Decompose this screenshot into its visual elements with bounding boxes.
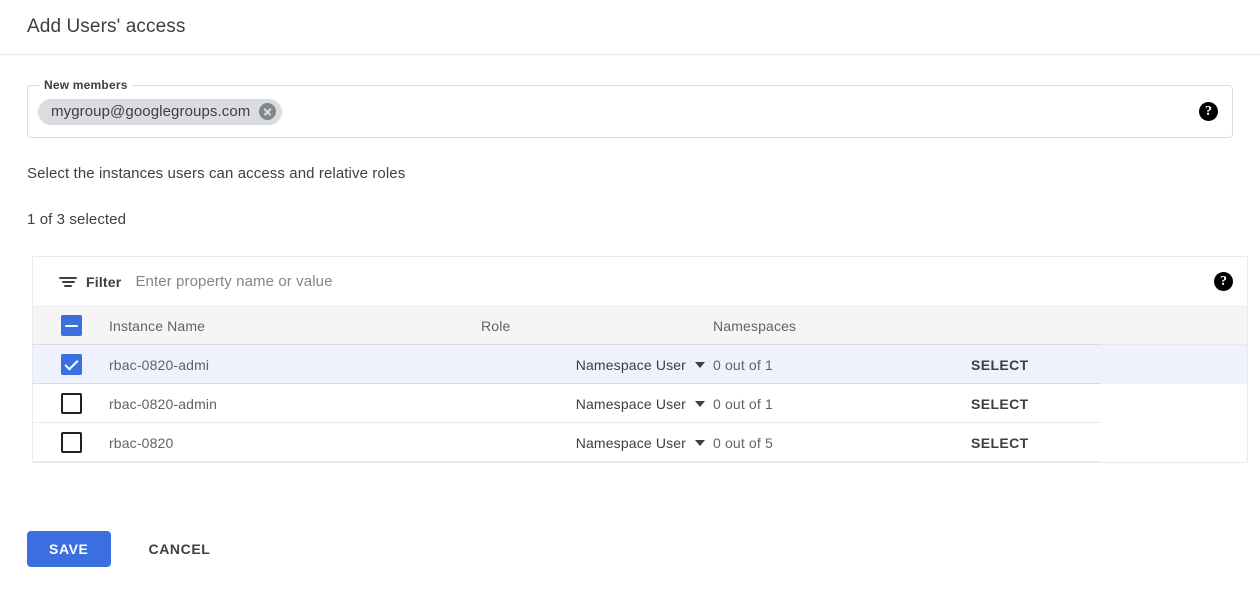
select-all-checkbox[interactable] bbox=[61, 315, 82, 336]
select-button-label: SELECT bbox=[971, 435, 1029, 451]
role-value: Namespace User bbox=[576, 396, 686, 412]
select-namespaces-button[interactable]: SELECT bbox=[971, 396, 1241, 412]
role-value: Namespace User bbox=[576, 435, 686, 451]
new-members-label: New members bbox=[40, 78, 132, 92]
member-chip-label: mygroup@googlegroups.com bbox=[51, 103, 250, 120]
chevron-down-icon bbox=[695, 440, 705, 446]
table-row[interactable]: rbac-0820-admi Namespace User 0 out of 1… bbox=[33, 345, 1247, 384]
instructions-text: Select the instances users can access an… bbox=[27, 165, 405, 182]
cancel-button[interactable]: CANCEL bbox=[135, 531, 225, 567]
column-header-namespaces: Namespaces bbox=[713, 318, 971, 334]
select-namespaces-button[interactable]: SELECT bbox=[971, 435, 1241, 451]
namespaces-count: 0 out of 1 bbox=[713, 357, 971, 373]
table-row[interactable]: rbac-0820 Namespace User 0 out of 5 SELE… bbox=[33, 423, 1247, 462]
role-dropdown[interactable]: Namespace User bbox=[481, 396, 713, 412]
column-header-instance-name: Instance Name bbox=[109, 318, 481, 334]
row-checkbox[interactable] bbox=[61, 393, 82, 414]
select-all-cell bbox=[33, 315, 109, 336]
row-checkbox-cell bbox=[33, 432, 109, 453]
new-members-field[interactable]: New members mygroup@googlegroups.com ? bbox=[27, 85, 1233, 138]
role-dropdown[interactable]: Namespace User bbox=[481, 435, 713, 451]
instance-name: rbac-0820-admin bbox=[109, 396, 481, 412]
member-chip[interactable]: mygroup@googlegroups.com bbox=[38, 99, 282, 125]
role-value: Namespace User bbox=[576, 357, 686, 373]
select-namespaces-button[interactable]: SELECT bbox=[971, 357, 1241, 373]
help-icon[interactable]: ? bbox=[1214, 272, 1233, 291]
row-checkbox[interactable] bbox=[61, 432, 82, 453]
table-row[interactable]: rbac-0820-admin Namespace User 0 out of … bbox=[33, 384, 1247, 423]
select-button-label: SELECT bbox=[971, 357, 1029, 373]
column-header-role: Role bbox=[481, 318, 713, 334]
close-circle-icon[interactable] bbox=[259, 103, 276, 120]
dialog-header: Add Users' access bbox=[0, 0, 1260, 55]
filter-bar: Filter ? bbox=[33, 257, 1247, 307]
instance-name: rbac-0820-admi bbox=[109, 357, 481, 373]
selected-count-text: 1 of 3 selected bbox=[27, 211, 126, 228]
instances-table-card: Filter ? Instance Name Role Namespaces r… bbox=[32, 256, 1248, 463]
row-checkbox[interactable] bbox=[61, 354, 82, 375]
help-icon[interactable]: ? bbox=[1199, 102, 1218, 121]
page-title: Add Users' access bbox=[0, 16, 185, 38]
filter-input[interactable] bbox=[135, 273, 1202, 290]
select-button-label: SELECT bbox=[971, 396, 1029, 412]
chevron-down-icon bbox=[695, 362, 705, 368]
table-header-row: Instance Name Role Namespaces bbox=[33, 307, 1247, 345]
save-button[interactable]: SAVE bbox=[27, 531, 111, 567]
instance-name: rbac-0820 bbox=[109, 435, 481, 451]
dialog-actions: SAVE CANCEL bbox=[27, 531, 224, 567]
chevron-down-icon bbox=[695, 401, 705, 407]
filter-list-icon[interactable] bbox=[59, 275, 77, 289]
add-users-access-dialog: Add Users' access New members mygroup@go… bbox=[0, 0, 1260, 613]
namespaces-count: 0 out of 5 bbox=[713, 435, 971, 451]
row-checkbox-cell bbox=[33, 393, 109, 414]
namespaces-count: 0 out of 1 bbox=[713, 396, 971, 412]
role-dropdown[interactable]: Namespace User bbox=[481, 357, 713, 373]
row-checkbox-cell bbox=[33, 354, 109, 375]
filter-label: Filter bbox=[86, 274, 121, 290]
